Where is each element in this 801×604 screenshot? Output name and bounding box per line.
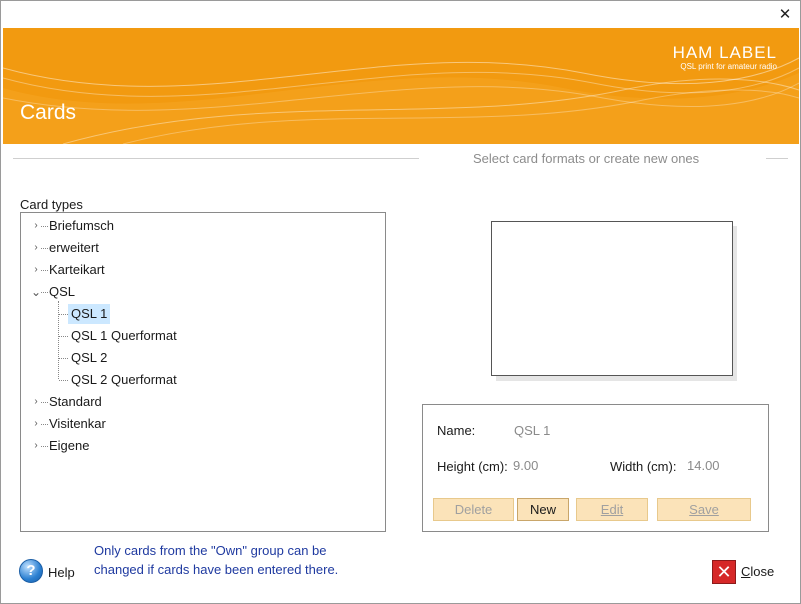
help-button-label[interactable]: Help (48, 565, 75, 580)
delete-button[interactable]: Delete (433, 498, 514, 521)
page-subtitle: Select card formats or create new ones (473, 151, 700, 166)
separator-left (13, 158, 419, 159)
tree-connector (41, 270, 48, 271)
tree-connector (59, 336, 68, 337)
brand-tagline: QSL print for amateur radio (680, 62, 777, 71)
tree-connector (58, 301, 59, 379)
info-note: Only cards from the "Own" group can be c… (94, 543, 339, 577)
tree-connector (41, 292, 48, 293)
name-value: QSL 1 (514, 423, 551, 438)
separator-right (766, 158, 788, 159)
tree-connector (41, 424, 48, 425)
card-types-tree[interactable]: › Briefumsch › erweitert › Karteikart ⌄ … (20, 212, 386, 532)
question-icon[interactable]: ? (19, 559, 43, 583)
close-label-accelerator: C (741, 564, 751, 579)
chevron-down-icon[interactable]: ⌄ (31, 282, 41, 302)
width-value: 14.00 (687, 458, 720, 473)
tree-item-qsl[interactable]: QSL (49, 282, 75, 302)
page-title: Cards (20, 101, 77, 124)
tree-item-qsl-1-querformat[interactable]: QSL 1 Querformat (71, 326, 177, 346)
tree-connector (59, 358, 68, 359)
tree-item-karteikart[interactable]: Karteikart (49, 260, 105, 280)
tree-connector (59, 314, 68, 315)
tree-connector (59, 380, 68, 381)
new-button[interactable]: New (517, 498, 569, 521)
tree-item-qsl-2-querformat[interactable]: QSL 2 Querformat (71, 370, 177, 390)
tree-connector (41, 226, 48, 227)
header-banner: HAM LABEL QSL print for amateur radio Ca… (3, 28, 799, 144)
chevron-right-icon[interactable]: › (31, 436, 41, 456)
edit-button[interactable]: Edit (576, 498, 648, 521)
tree-connector (41, 248, 48, 249)
close-button[interactable]: ✕ Close (712, 560, 782, 584)
window-close-icon[interactable]: ✕ (774, 5, 796, 25)
chevron-right-icon[interactable]: › (31, 414, 41, 434)
save-button[interactable]: Save (657, 498, 751, 521)
name-label: Name: (437, 423, 476, 438)
tree-item-briefumsch[interactable]: Briefumsch (49, 216, 114, 236)
close-button-label: Close (741, 564, 774, 579)
tree-connector (41, 446, 48, 447)
cards-dialog: ✕ HAM LABEL QSL print for amateur radio … (0, 0, 801, 604)
card-types-label: Card types (20, 197, 83, 212)
close-label-rest: lose (750, 564, 775, 579)
card-preview (491, 221, 733, 376)
tree-item-standard[interactable]: Standard (49, 392, 102, 412)
tree-item-eigene[interactable]: Eigene (49, 436, 89, 456)
card-properties-panel: Name: QSL 1 Height (cm): 9.00 Width (cm)… (422, 404, 769, 532)
height-value: 9.00 (513, 458, 539, 473)
tree-item-qsl-2[interactable]: QSL 2 (71, 348, 107, 368)
tree-item-erweitert[interactable]: erweitert (49, 238, 99, 258)
brand-logo-text: HAM LABEL (672, 43, 777, 62)
chevron-right-icon[interactable]: › (31, 216, 41, 236)
chevron-right-icon[interactable]: › (31, 392, 41, 412)
tree-connector (41, 402, 48, 403)
chevron-right-icon[interactable]: › (31, 260, 41, 280)
tree-item-qsl-1[interactable]: QSL 1 (68, 304, 111, 324)
close-icon: ✕ (712, 560, 736, 584)
tree-item-visitenkar[interactable]: Visitenkar (49, 414, 106, 434)
height-label: Height (cm): (437, 459, 508, 474)
chevron-right-icon[interactable]: › (31, 238, 41, 258)
width-label: Width (cm): (610, 459, 677, 474)
